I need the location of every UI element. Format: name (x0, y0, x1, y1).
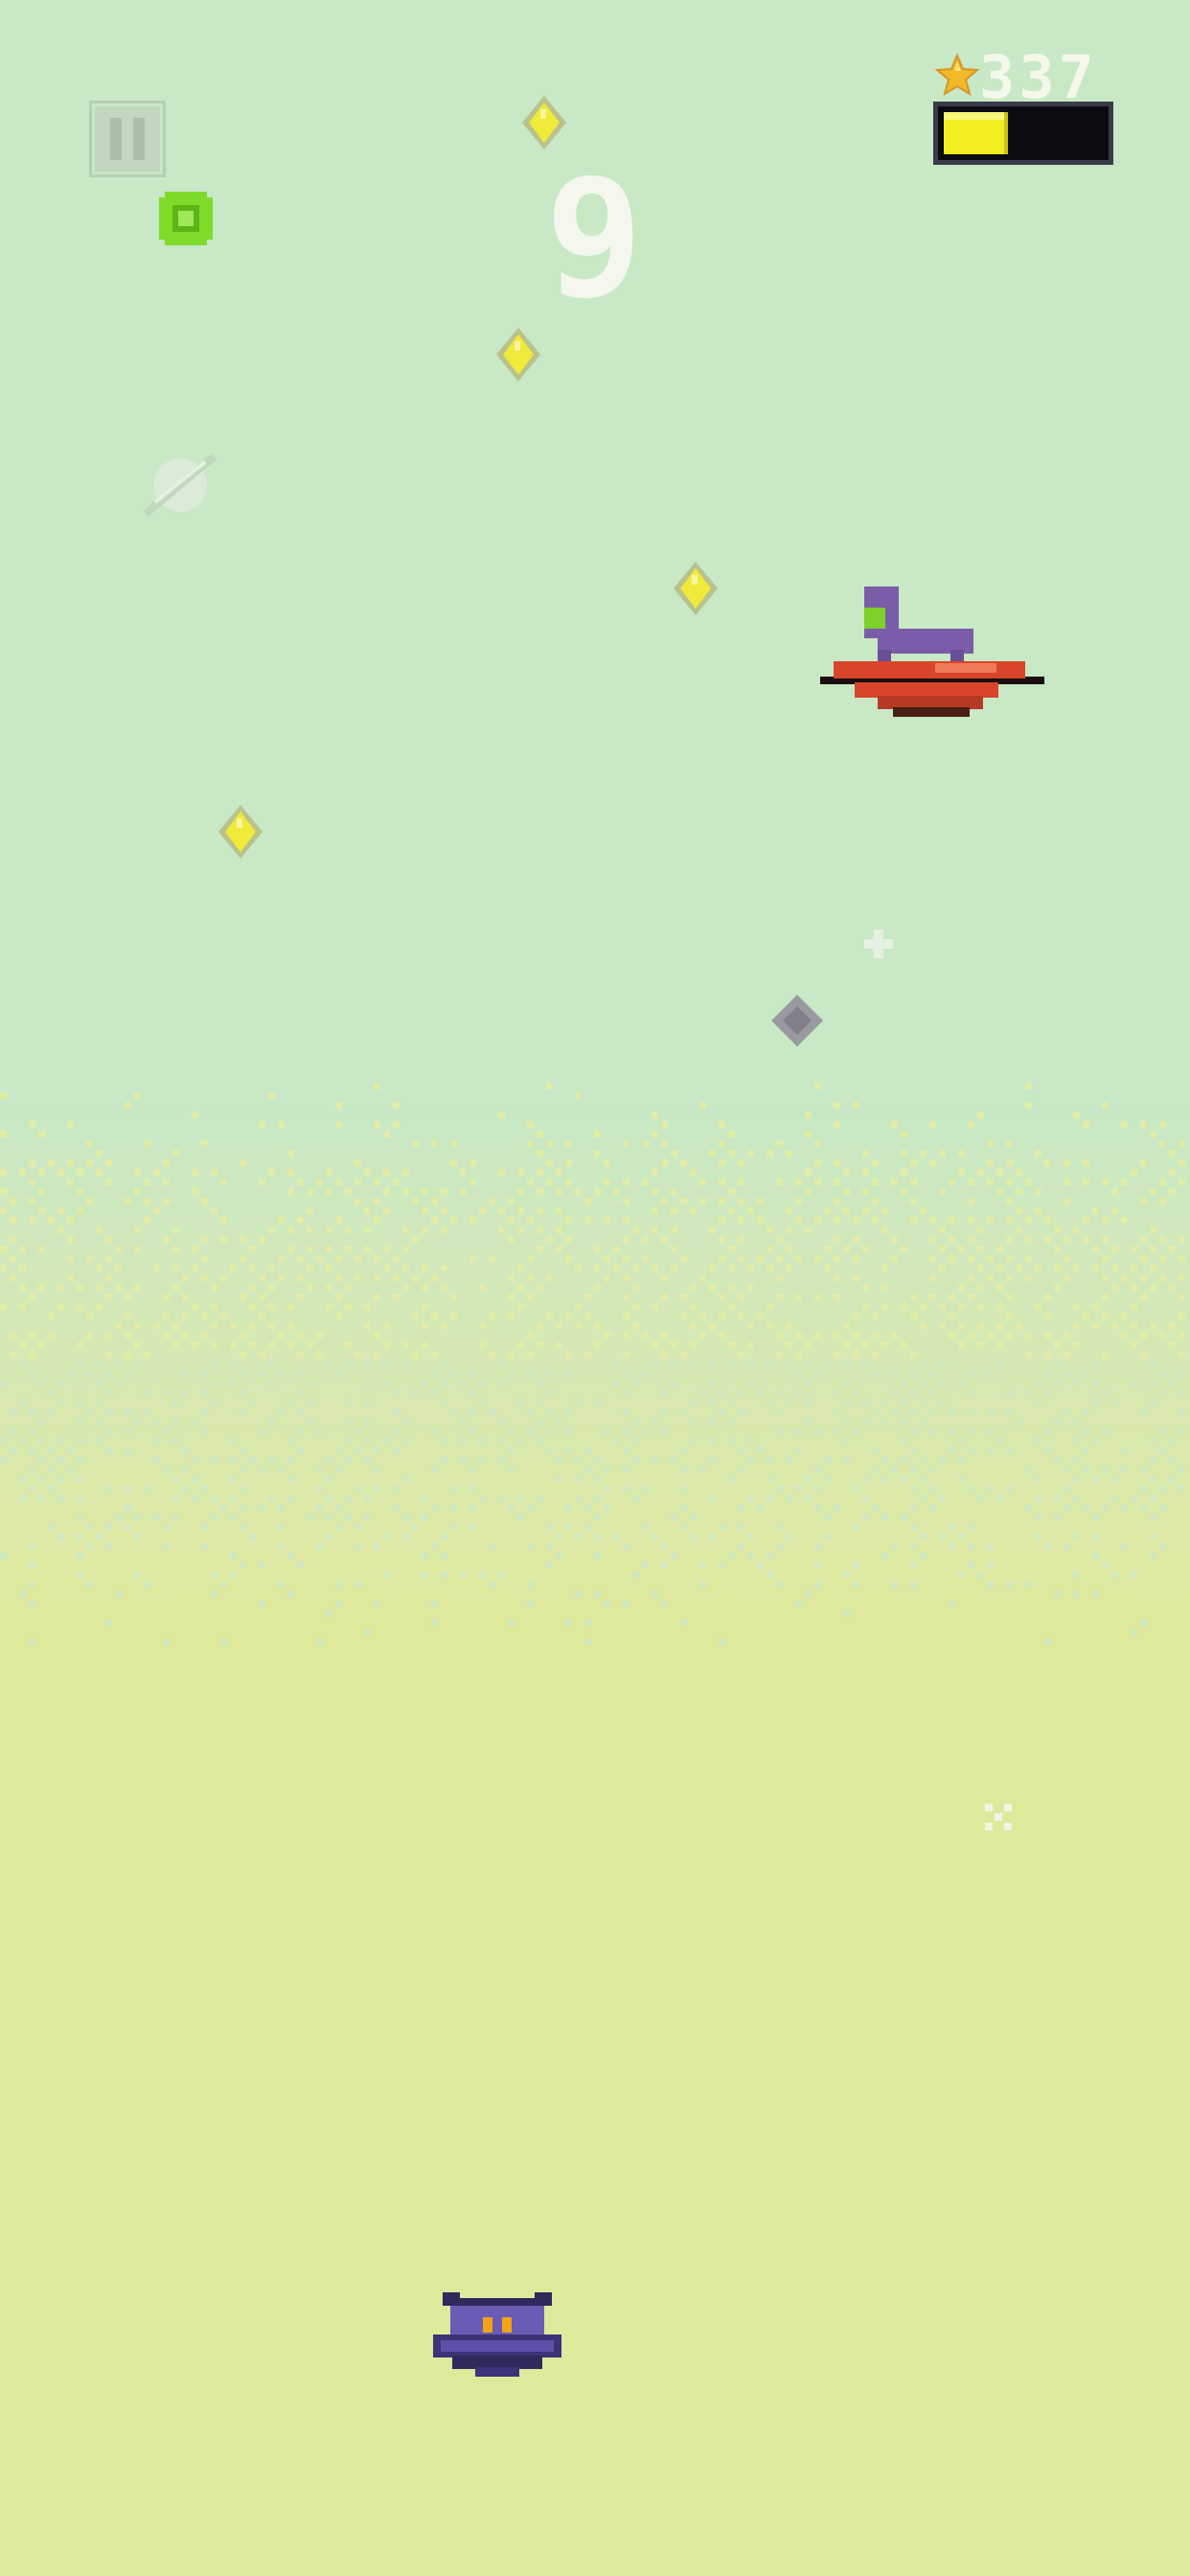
yellow-gem-coin[interactable] (496, 328, 540, 381)
gray-rock[interactable] (771, 995, 823, 1046)
energy-bar (933, 102, 1113, 165)
sparkle (985, 1804, 1012, 1830)
wave-number: 9 (544, 145, 644, 334)
game-stage[interactable]: 337 9 (0, 0, 1190, 2576)
sparkle (864, 930, 893, 958)
pause-icon (89, 101, 166, 177)
energy-bar-highlight (944, 112, 1004, 120)
pause-button[interactable] (89, 101, 166, 177)
star-icon (935, 54, 979, 97)
yellow-gem-coin[interactable] (218, 805, 263, 859)
player-ship[interactable] (433, 2292, 561, 2379)
yellow-gem-coin[interactable] (674, 562, 718, 615)
yellow-gem-coin[interactable] (522, 96, 566, 150)
enemy-rider-sled[interactable] (820, 586, 1044, 721)
green-powerup[interactable] (159, 192, 213, 245)
dither-transition-band (0, 1083, 1185, 1645)
faded-planet (143, 452, 217, 518)
